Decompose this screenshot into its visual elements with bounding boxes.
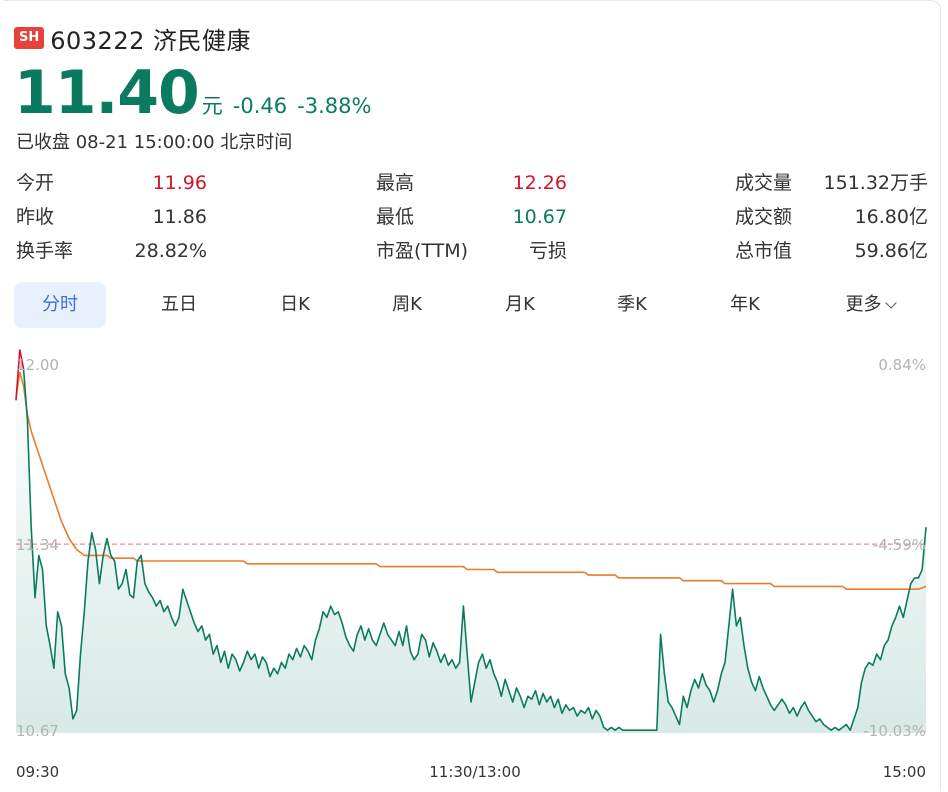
stat-label: 最高	[376, 172, 415, 194]
stat-label: 换手率	[16, 240, 74, 262]
stats-row: 换手率 28.82% 市盈(TTM) 亏损 总市值 59.86亿	[0, 234, 948, 268]
stock-title: 603222 济民健康	[50, 26, 251, 55]
price-axis-mid-label: 11.34	[16, 536, 59, 554]
tab-label: 周K	[392, 294, 422, 315]
tab-label: 日K	[280, 294, 310, 315]
stat-value: 亏损	[528, 240, 567, 262]
stock-header: SH 603222 济民健康	[14, 20, 251, 56]
stats-row: 今开 11.96 最高 12.26 成交量 151.32万手	[0, 166, 948, 200]
stat-label: 昨收	[16, 206, 55, 228]
tab-daily-k[interactable]: 日K	[249, 282, 341, 328]
pct-axis-mid-label: -4.59%	[873, 536, 926, 554]
tab-intraday[interactable]: 分时	[14, 282, 106, 328]
price-area-fill	[16, 349, 926, 733]
price-change: -0.46	[232, 94, 288, 118]
tab-label: 更多	[845, 294, 882, 315]
chevron-down-icon	[884, 297, 897, 309]
tab-label: 年K	[730, 294, 760, 315]
tab-monthly-k[interactable]: 月K	[474, 282, 566, 328]
price-row: 11.40 元 -0.46 -3.88%	[14, 60, 371, 126]
tab-label: 月K	[505, 294, 535, 315]
price-unit: 元	[201, 94, 223, 118]
average-price-line	[15, 371, 927, 590]
price-axis-bottom-label: 10.67	[16, 722, 59, 740]
stat-value: 10.67	[512, 206, 567, 228]
price-axis-top-label: 12.00	[16, 356, 59, 374]
stat-value: 16.80亿	[854, 206, 928, 228]
current-price: 11.40	[14, 58, 200, 128]
tab-weekly-k[interactable]: 周K	[361, 282, 453, 328]
pct-axis-top-label: 0.84%	[878, 356, 926, 374]
pct-axis-bottom-label: -10.03%	[863, 722, 926, 740]
stat-value: 28.82%	[134, 240, 207, 262]
tab-quarterly-k[interactable]: 季K	[586, 282, 678, 328]
tab-label: 分时	[42, 294, 78, 315]
stat-label: 市盈(TTM)	[376, 240, 469, 262]
time-label-midday: 11:30/13:00	[429, 763, 521, 781]
stat-label: 总市值	[735, 240, 793, 262]
time-label-open: 09:30	[16, 763, 59, 781]
stat-label: 最低	[376, 206, 415, 228]
stat-label: 成交量	[735, 172, 793, 194]
stat-label: 成交额	[735, 206, 793, 228]
tab-five-day[interactable]: 五日	[133, 282, 225, 328]
stats-row: 昨收 11.86 最低 10.67 成交额 16.80亿	[0, 200, 948, 234]
tab-yearly-k[interactable]: 年K	[699, 282, 791, 328]
intraday-chart: 12.00 11.34 10.67 0.84% -4.59% -10.03% 0…	[15, 349, 927, 781]
stat-value: 11.86	[152, 206, 207, 228]
time-label-close: 15:00	[883, 763, 926, 781]
stat-value: 151.32万手	[823, 172, 928, 194]
tab-more[interactable]: 更多	[824, 282, 916, 328]
stat-value: 11.96	[152, 172, 207, 194]
exchange-badge: SH	[14, 27, 45, 49]
price-change-percent: -3.88%	[297, 94, 372, 118]
stat-value: 12.26	[512, 172, 567, 194]
stat-label: 今开	[16, 172, 55, 194]
tab-label: 五日	[161, 294, 197, 315]
stat-value: 59.86亿	[854, 240, 928, 262]
tab-label: 季K	[617, 294, 647, 315]
period-tabs: 分时 五日 日K 周K 月K 季K 年K 更多	[14, 282, 934, 328]
market-status: 已收盘 08-21 15:00:00 北京时间	[16, 132, 293, 153]
